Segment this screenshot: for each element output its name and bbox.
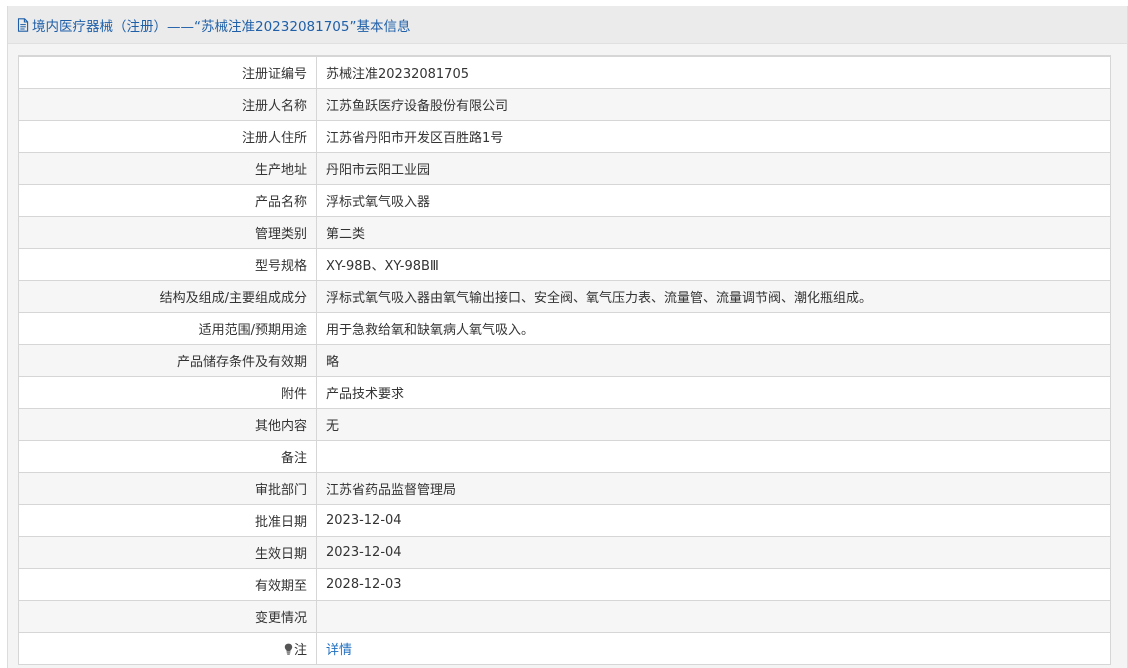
note-value-cell: 详情 [316,632,1111,665]
table-row: 备注 [18,440,1111,473]
row-label: 注册证编号 [18,56,317,89]
row-label: 产品名称 [18,184,317,217]
row-label: 批准日期 [18,504,317,537]
note-row: 注 详情 [18,632,1111,665]
note-label: 注 [293,643,307,658]
row-label: 结构及组成/主要组成成分 [18,280,317,313]
row-label: 注册人住所 [18,120,317,153]
row-label: 生产地址 [18,152,317,185]
info-table: 注册证编号 苏械注准20232081705 注册人名称 江苏鱼跃医疗设备股份有限… [18,56,1111,665]
table-row: 生效日期 2023-12-04 [18,536,1111,569]
row-value [316,600,1111,633]
row-label: 管理类别 [18,216,317,249]
table-row: 有效期至 2028-12-03 [18,568,1111,601]
row-value: 无 [316,408,1111,441]
row-value: 用于急救给氧和缺氧病人氧气吸入。 [316,312,1111,345]
row-value [316,440,1111,473]
row-label: 备注 [18,440,317,473]
row-value: 江苏鱼跃医疗设备股份有限公司 [316,88,1111,121]
row-label: 附件 [18,376,317,409]
table-row: 审批部门 江苏省药品监督管理局 [18,472,1111,505]
table-row: 其他内容 无 [18,408,1111,441]
row-label: 适用范围/预期用途 [18,312,317,345]
row-value: 2023-12-04 [316,504,1111,537]
table-row: 适用范围/预期用途 用于急救给氧和缺氧病人氧气吸入。 [18,312,1111,345]
table-row: 生产地址 丹阳市云阳工业园 [18,152,1111,185]
row-label: 型号规格 [18,248,317,281]
row-value: 浮标式氧气吸入器由氧气输出接口、安全阀、氧气压力表、流量管、流量调节阀、潮化瓶组… [316,280,1111,313]
row-value: 苏械注准20232081705 [316,56,1111,89]
row-value: 产品技术要求 [316,376,1111,409]
row-value: 第二类 [316,216,1111,249]
table-row: 注册证编号 苏械注准20232081705 [18,56,1111,89]
row-value: 2023-12-04 [316,536,1111,569]
row-label: 有效期至 [18,568,317,601]
row-value: XY-98B、XY-98BⅢ [316,248,1111,281]
table-row: 注册人住所 江苏省丹阳市开发区百胜路1号 [18,120,1111,153]
row-value: 略 [316,344,1111,377]
table-row: 型号规格 XY-98B、XY-98BⅢ [18,248,1111,281]
info-panel: 境内医疗器械（注册）——“苏械注准20232081705”基本信息 注册证编号 … [7,6,1128,668]
row-label: 其他内容 [18,408,317,441]
page-title: 境内医疗器械（注册）——“苏械注准20232081705”基本信息 [32,18,411,35]
table-row: 附件 产品技术要求 [18,376,1111,409]
table-row: 产品名称 浮标式氧气吸入器 [18,184,1111,217]
row-value: 江苏省丹阳市开发区百胜路1号 [316,120,1111,153]
table-row: 变更情况 [18,600,1111,633]
row-label: 产品储存条件及有效期 [18,344,317,377]
row-value: 丹阳市云阳工业园 [316,152,1111,185]
row-label: 生效日期 [18,536,317,569]
table-row: 批准日期 2023-12-04 [18,504,1111,537]
row-value: 江苏省药品监督管理局 [316,472,1111,505]
details-link[interactable]: 详情 [326,643,352,658]
row-label: 变更情况 [18,600,317,633]
table-row: 管理类别 第二类 [18,216,1111,249]
info-table-wrapper: 注册证编号 苏械注准20232081705 注册人名称 江苏鱼跃医疗设备股份有限… [18,55,1111,665]
lightbulb-icon [284,643,293,655]
row-label: 注册人名称 [18,88,317,121]
row-label: 审批部门 [18,472,317,505]
table-row: 注册人名称 江苏鱼跃医疗设备股份有限公司 [18,88,1111,121]
row-value: 浮标式氧气吸入器 [316,184,1111,217]
panel-header: 境内医疗器械（注册）——“苏械注准20232081705”基本信息 [8,6,1127,44]
table-row: 产品储存条件及有效期 略 [18,344,1111,377]
table-row: 结构及组成/主要组成成分 浮标式氧气吸入器由氧气输出接口、安全阀、氧气压力表、流… [18,280,1111,313]
row-value: 2028-12-03 [316,568,1111,601]
document-icon [17,18,29,32]
note-label-cell: 注 [18,632,317,665]
